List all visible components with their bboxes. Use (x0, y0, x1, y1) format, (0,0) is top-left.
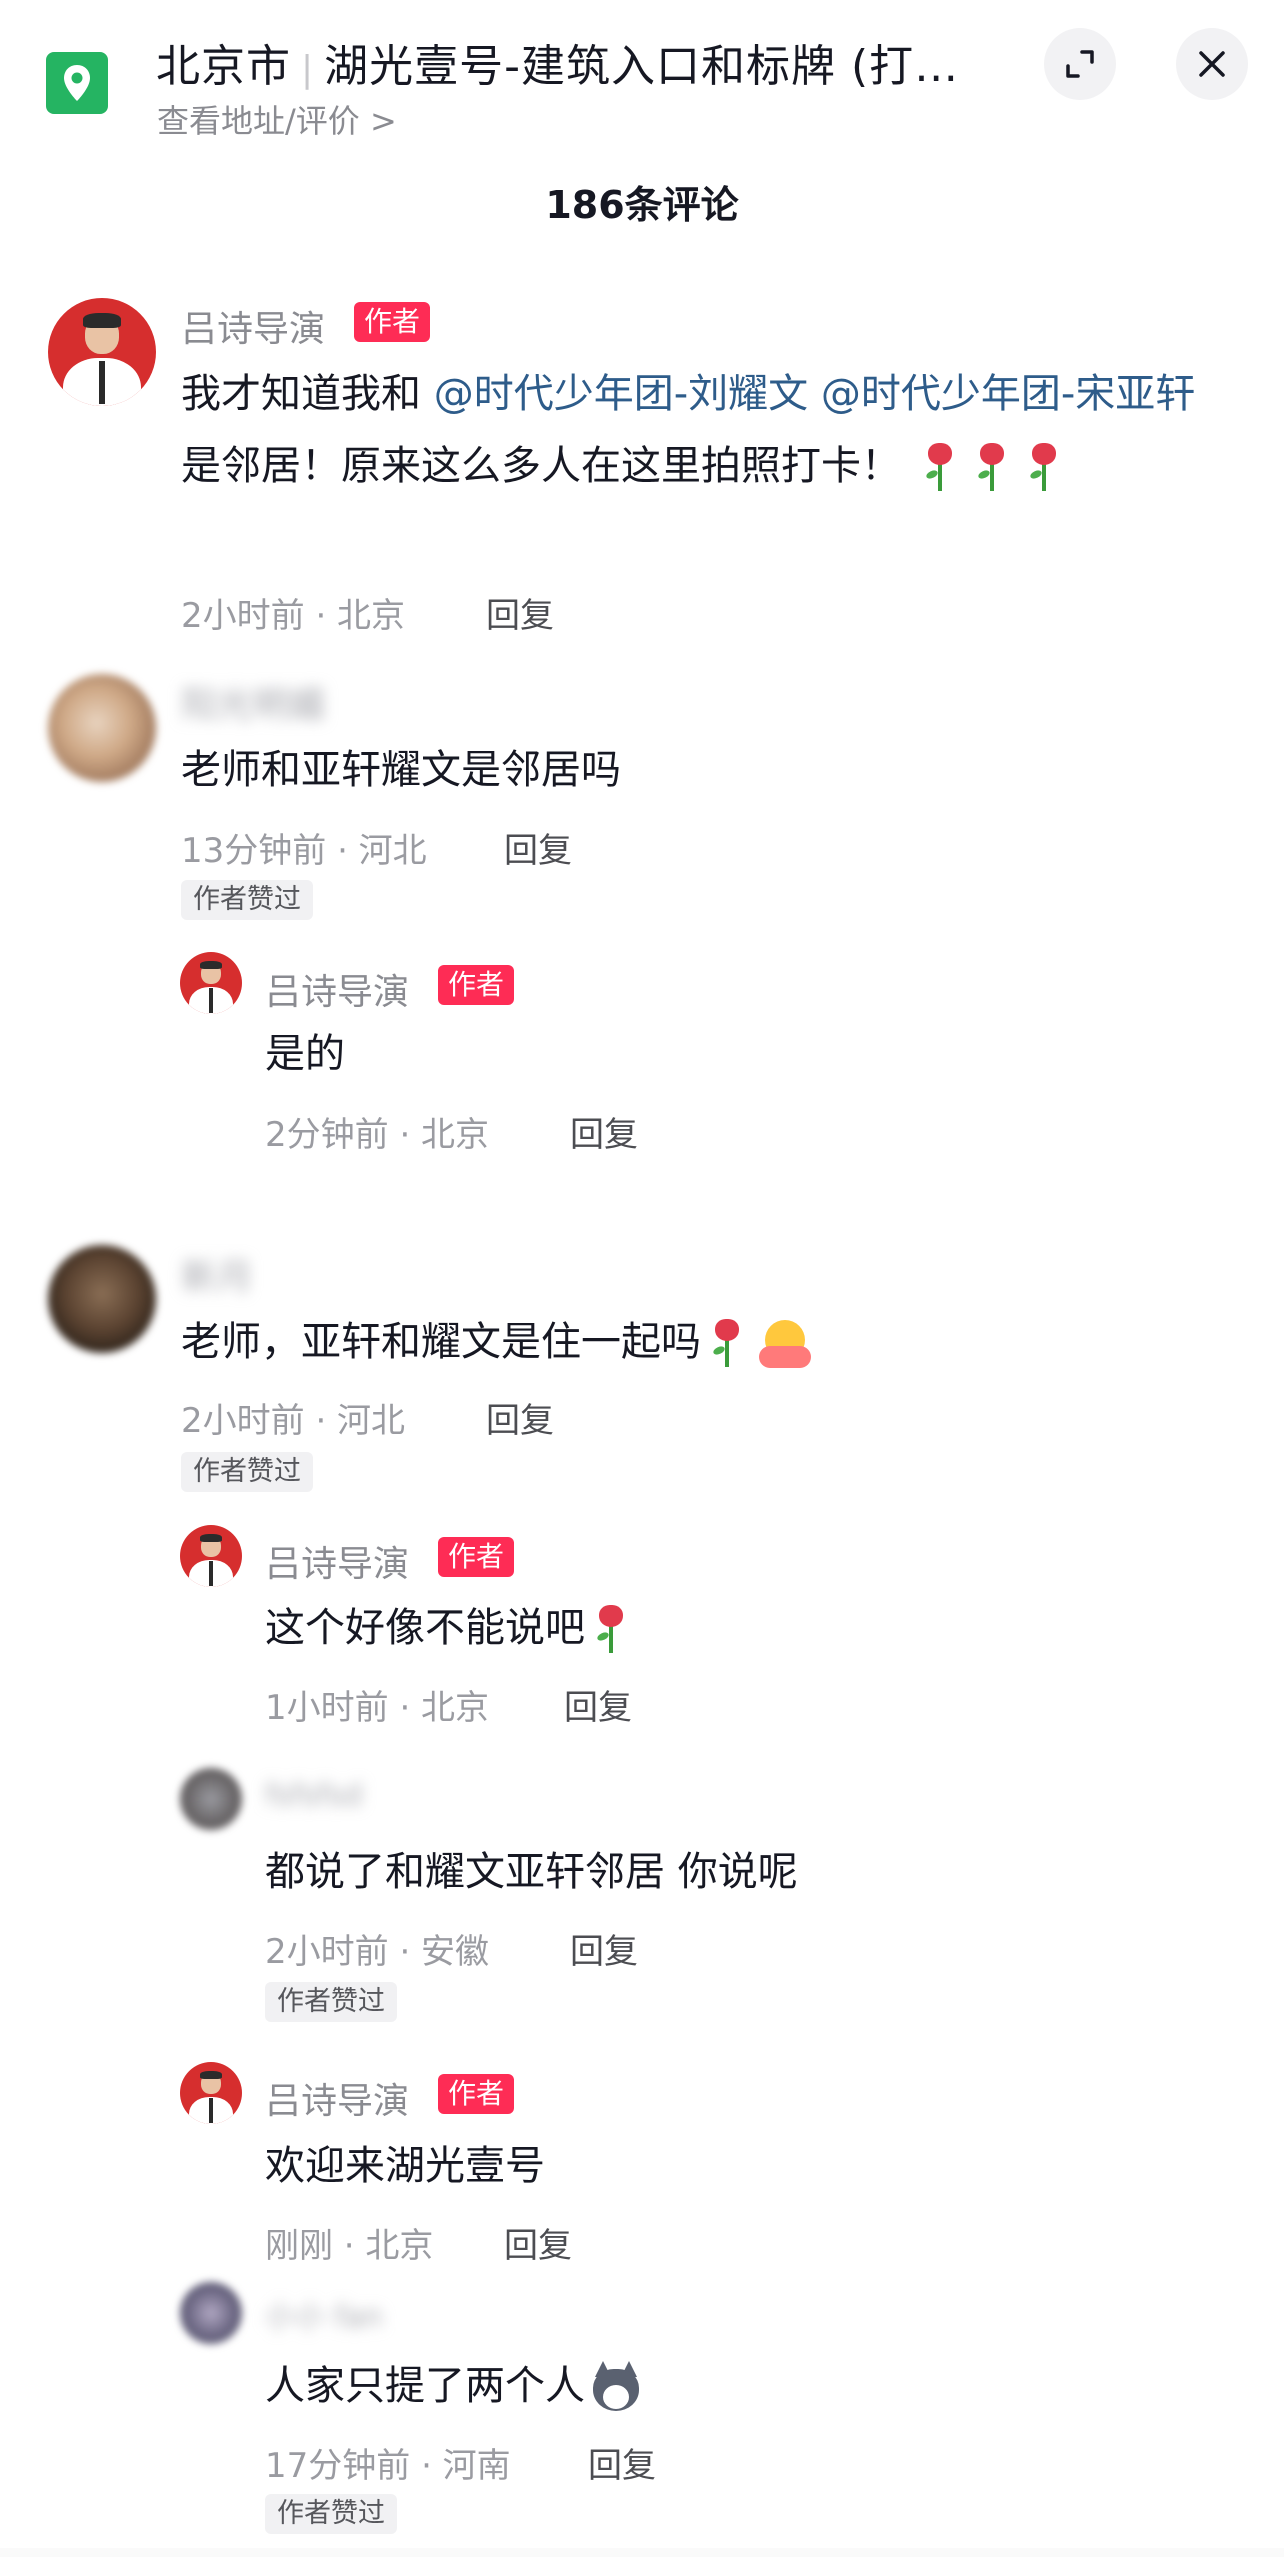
comment-text: 是的 (265, 1031, 345, 1077)
comment-meta: 1小时前 · 北京 (265, 1688, 490, 1728)
avatar[interactable] (48, 674, 156, 782)
author-badge: 作者 (438, 2074, 515, 2114)
bottom-bar (0, 2548, 1284, 2557)
comment-meta: 13分钟前 · 河北 (181, 831, 427, 871)
avatar[interactable] (48, 1245, 156, 1353)
comment-meta: 2小时前 · 北京 (181, 596, 406, 636)
username[interactable]: 吕诗导演 (265, 2072, 409, 2124)
husky-emoji (589, 2361, 643, 2415)
username[interactable]: 吕诗导演 (265, 963, 409, 1015)
reply-button[interactable]: 回复 (588, 2438, 656, 2487)
rose-emoji (1028, 443, 1060, 493)
reply-button[interactable]: 回复 (570, 1107, 638, 1156)
username[interactable]: 阳光明媚 (181, 676, 325, 728)
author-liked-badge: 作者赞过 (265, 1982, 397, 2022)
author-liked-badge: 作者赞过 (181, 1452, 313, 1492)
expand-icon (1066, 50, 1094, 78)
reply-button[interactable]: 回复 (504, 823, 572, 872)
comment-text: 人家只提了两个人 (265, 2350, 643, 2422)
comment-count: 186条评论 (545, 183, 739, 227)
comment-text: 这个好像不能说吧 (265, 1592, 637, 1664)
author-badge: 作者 (354, 302, 431, 342)
comment-text: 我才知道我和 @时代少年团-刘耀文 @时代少年团-宋亚轩 是邻居！原来这么多人在… (181, 358, 1221, 502)
username[interactable]: 吕诗导演 (265, 1535, 409, 1587)
map-pin-icon (46, 52, 108, 114)
view-address-link[interactable]: 查看地址/评价 > (157, 96, 397, 142)
reply-button[interactable]: 回复 (486, 1393, 554, 1442)
author-liked-badge: 作者赞过 (265, 2494, 397, 2534)
comment-meta: 刚刚 · 北京 (265, 2226, 434, 2266)
author-badge: 作者 (438, 1537, 515, 1577)
comment-text: 欢迎来湖光壹号 (265, 2143, 545, 2189)
place-title[interactable]: 北京市 | 湖光壹号-建筑入口和标牌 (打… (156, 30, 959, 94)
rose-emoji (924, 443, 956, 493)
close-icon (1199, 51, 1225, 77)
comment-meta: 2小时前 · 河北 (181, 1401, 406, 1441)
mention-link[interactable]: @时代少年团-刘耀文 (434, 371, 808, 417)
close-button[interactable] (1176, 28, 1248, 100)
expand-button[interactable] (1044, 28, 1116, 100)
city-label: 北京市 (156, 41, 291, 92)
avatar[interactable] (180, 1768, 242, 1830)
username[interactable]: 吕诗导演 (181, 300, 325, 352)
avatar[interactable] (180, 952, 242, 1014)
comment-text: 老师和亚轩耀文是邻居吗 (181, 747, 621, 793)
comment-text: 都说了和耀文亚轩邻居 你说呢 (265, 1849, 798, 1895)
hug-emoji (759, 1318, 811, 1370)
comment-meta: 2分钟前 · 北京 (265, 1115, 490, 1155)
avatar[interactable] (180, 1525, 242, 1587)
title-divider: | (301, 49, 315, 90)
username[interactable]: fsfsfsd (265, 1778, 363, 1813)
reply-button[interactable]: 回复 (504, 2218, 572, 2267)
reply-button[interactable]: 回复 (570, 1924, 638, 1973)
place-header: 北京市 | 湖光壹号-建筑入口和标牌 (打… 查看地址/评价 > (0, 0, 1284, 160)
mention-link[interactable]: @时代少年团-宋亚轩 (808, 371, 1195, 417)
comment-text: 老师，亚轩和耀文是住一起吗 (181, 1306, 811, 1378)
comment-meta: 17分钟前 · 河南 (265, 2446, 511, 2486)
avatar[interactable] (180, 2282, 242, 2344)
rose-emoji (711, 1319, 743, 1369)
author-liked-badge: 作者赞过 (181, 880, 313, 920)
author-badge: 作者 (438, 965, 515, 1005)
username[interactable]: 小小 fan (265, 2292, 383, 2336)
comment-meta: 2小时前 · 安徽 (265, 1932, 490, 1972)
username[interactable]: 新月 (181, 1248, 253, 1300)
reply-button[interactable]: 回复 (486, 588, 554, 637)
rose-emoji (976, 443, 1008, 493)
place-name: 湖光壹号-建筑入口和标牌 (打… (324, 41, 960, 92)
avatar[interactable] (180, 2062, 242, 2124)
avatar[interactable] (48, 298, 156, 406)
reply-button[interactable]: 回复 (564, 1680, 632, 1729)
rose-emoji (595, 1605, 627, 1655)
